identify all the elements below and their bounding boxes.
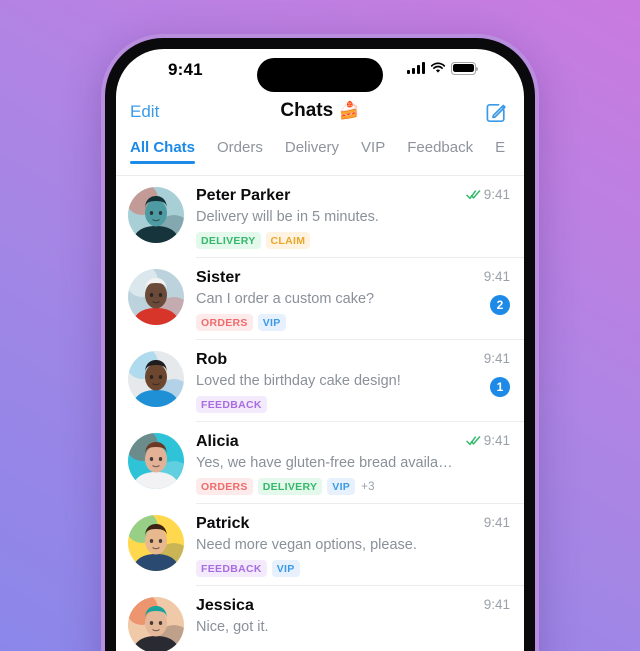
chat-row-content: Jessica Nice, got it. bbox=[184, 595, 458, 651]
chat-row[interactable]: Alicia Yes, we have gluten-free bread ava… bbox=[116, 422, 524, 504]
chat-tag-list: FEEDBACK bbox=[196, 396, 458, 413]
chat-timestamp: 9:41 bbox=[483, 351, 510, 366]
chat-tag-list: DELIVERY CLAIM bbox=[196, 232, 458, 249]
phone-screen: 9:41 Edit Chats 🍰 All Chats Orders Deliver… bbox=[116, 49, 524, 651]
chat-tag-list: ORDERS VIP bbox=[196, 314, 458, 331]
chat-preview-message: Loved the birthday cake design! bbox=[196, 373, 401, 389]
chat-tag-list: FEEDBACK VIP bbox=[196, 560, 458, 577]
tab-all-chats[interactable]: All Chats bbox=[130, 139, 196, 164]
chat-row-content: Patrick Need more vegan options, please. F… bbox=[184, 513, 458, 577]
chat-contact-name: Peter Parker bbox=[196, 187, 291, 204]
chat-timestamp: 9:41 bbox=[483, 515, 510, 530]
status-bar: 9:41 bbox=[116, 49, 524, 93]
chat-meta-top: 9:41 bbox=[484, 515, 510, 530]
tag-feedback[interactable]: FEEDBACK bbox=[196, 396, 267, 413]
battery-full-icon bbox=[451, 62, 478, 75]
chat-preview-message: Nice, got it. bbox=[196, 619, 269, 635]
chat-row-meta: 9:41 bbox=[458, 595, 510, 651]
chat-meta-top: 9:41 bbox=[465, 187, 510, 202]
tag-vip[interactable]: VIP bbox=[271, 560, 300, 577]
tab-orders[interactable]: Orders bbox=[217, 139, 263, 164]
chat-row-content: Sister Can I order a custom cake? ORDERS VI… bbox=[184, 267, 458, 331]
chat-timestamp: 9:41 bbox=[483, 597, 510, 612]
chat-meta-top: 9:41 bbox=[484, 269, 510, 284]
tab-delivery[interactable]: Delivery bbox=[285, 139, 339, 164]
chat-row[interactable]: Patrick Need more vegan options, please. F… bbox=[116, 504, 524, 586]
chat-timestamp: 9:41 bbox=[483, 187, 510, 202]
chat-row[interactable]: Peter Parker Delivery will be in 5 minute… bbox=[116, 176, 524, 258]
cellular-signal-icon bbox=[407, 62, 425, 75]
chat-row-meta: 9:41 bbox=[458, 431, 510, 495]
chat-preview-message: Can I order a custom cake? bbox=[196, 291, 375, 307]
chat-meta-top: 9:41 bbox=[484, 597, 510, 612]
tab-e[interactable]: E bbox=[495, 139, 505, 164]
chat-preview-message: Delivery will be in 5 minutes. bbox=[196, 209, 379, 225]
chat-timestamp: 9:41 bbox=[483, 433, 510, 448]
wifi-icon bbox=[430, 62, 446, 73]
chat-row[interactable]: Rob Loved the birthday cake design! FEEDBA… bbox=[116, 340, 524, 422]
cake-emoji: 🍰 bbox=[338, 101, 360, 120]
chat-row-meta: 9:41 bbox=[458, 185, 510, 249]
chat-contact-name: Alicia bbox=[196, 433, 239, 450]
avatar[interactable] bbox=[128, 187, 184, 243]
tag-feedback[interactable]: FEEDBACK bbox=[196, 560, 267, 577]
chat-preview-message: Need more vegan options, please. bbox=[196, 537, 417, 553]
avatar[interactable] bbox=[128, 351, 184, 407]
page-title-text: Chats bbox=[280, 100, 334, 121]
double-check-icon bbox=[465, 190, 481, 200]
chat-contact-name: Patrick bbox=[196, 515, 250, 532]
chat-row-meta: 9:41 2 bbox=[458, 267, 510, 331]
avatar[interactable] bbox=[128, 515, 184, 571]
unread-badge: 2 bbox=[490, 295, 510, 315]
chat-contact-name: Jessica bbox=[196, 597, 254, 614]
tag-overflow-count[interactable]: +3 bbox=[360, 478, 380, 495]
chat-row-content: Rob Loved the birthday cake design! FEEDBA… bbox=[184, 349, 458, 413]
chat-contact-name: Sister bbox=[196, 269, 241, 286]
chat-meta-top: 9:41 bbox=[465, 433, 510, 448]
tag-orders[interactable]: ORDERS bbox=[196, 478, 253, 495]
chat-preview-message: Yes, we have gluten-free bread available… bbox=[196, 455, 458, 471]
avatar[interactable] bbox=[128, 433, 184, 489]
page-title: Chats 🍰 bbox=[280, 100, 359, 122]
navigation-bar: Edit Chats 🍰 bbox=[116, 93, 524, 139]
chat-row-content: Alicia Yes, we have gluten-free bread ava… bbox=[184, 431, 458, 495]
avatar[interactable] bbox=[128, 597, 184, 651]
chat-row-meta: 9:41 1 bbox=[458, 349, 510, 413]
chat-row[interactable]: Sister Can I order a custom cake? ORDERS VI… bbox=[116, 258, 524, 340]
tag-delivery[interactable]: DELIVERY bbox=[196, 232, 261, 249]
tab-feedback[interactable]: Feedback bbox=[407, 139, 473, 164]
unread-badge: 1 bbox=[490, 377, 510, 397]
status-bar-indicators bbox=[407, 62, 478, 75]
tab-vip[interactable]: VIP bbox=[361, 139, 385, 164]
chat-timestamp: 9:41 bbox=[483, 269, 510, 284]
tag-claim[interactable]: CLAIM bbox=[265, 232, 311, 249]
double-check-icon bbox=[465, 436, 481, 446]
tag-vip[interactable]: VIP bbox=[257, 314, 286, 331]
chat-tag-list: ORDERS DELIVERY VIP +3 bbox=[196, 478, 458, 495]
chat-meta-top: 9:41 bbox=[484, 351, 510, 366]
chat-list[interactable]: Peter Parker Delivery will be in 5 minute… bbox=[116, 176, 524, 651]
tag-delivery[interactable]: DELIVERY bbox=[257, 478, 323, 495]
edit-button[interactable]: Edit bbox=[130, 102, 159, 122]
avatar[interactable] bbox=[128, 269, 184, 325]
compose-icon[interactable] bbox=[484, 101, 508, 125]
chat-row-content: Peter Parker Delivery will be in 5 minute… bbox=[184, 185, 458, 249]
chat-row-meta: 9:41 bbox=[458, 513, 510, 577]
tag-orders[interactable]: ORDERS bbox=[196, 314, 253, 331]
chat-contact-name: Rob bbox=[196, 351, 228, 368]
tab-bar[interactable]: All Chats Orders Delivery VIP Feedback E bbox=[116, 139, 524, 175]
status-bar-time: 9:41 bbox=[168, 60, 203, 79]
tag-vip[interactable]: VIP bbox=[327, 478, 356, 495]
dynamic-island bbox=[257, 58, 383, 92]
chat-row[interactable]: Jessica Nice, got it. 9:41 bbox=[116, 586, 524, 651]
